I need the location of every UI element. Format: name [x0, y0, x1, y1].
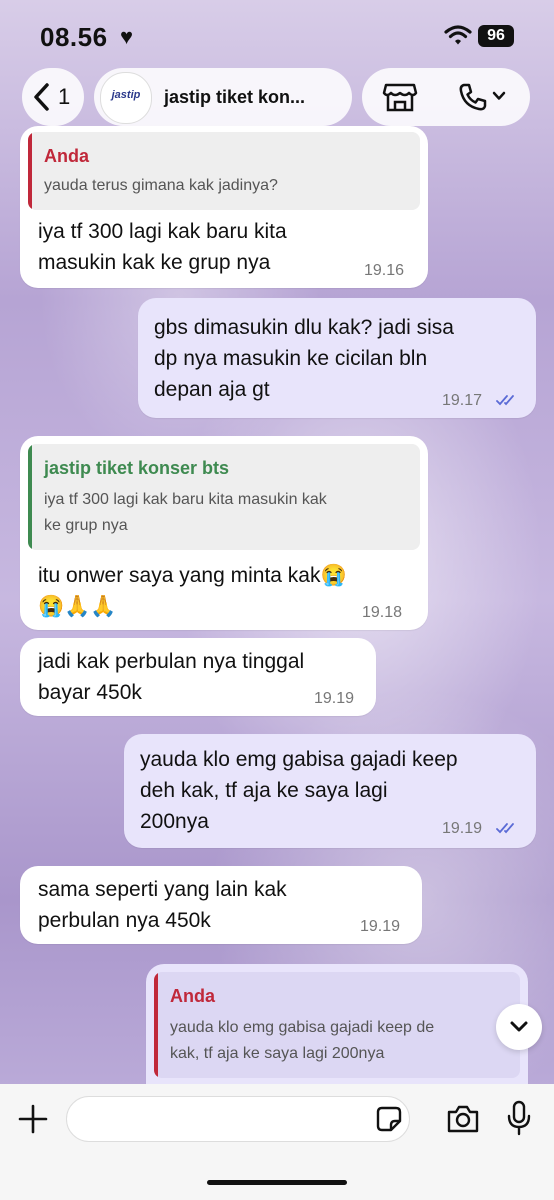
sticker-icon[interactable]: [376, 1106, 402, 1132]
chat-header: 1 jastip jastip tiket kon...: [0, 68, 554, 130]
status-bar: 08.56 ♥ 96: [0, 0, 554, 70]
message-bubble[interactable]: jadi kak perbulan nya tinggal bayar 450k…: [20, 638, 376, 716]
quote-text: yauda terus gimana kak jadinya?: [44, 177, 278, 194]
microphone-icon[interactable]: [506, 1100, 532, 1136]
avatar-logo-text: jastip: [111, 89, 141, 101]
message-bubble[interactable]: gbs dimasukin dlu kak? jadi sisa dp nya …: [138, 298, 536, 418]
quote-author: Anda: [170, 986, 215, 1006]
message-text: sama seperti yang lain kak: [38, 878, 287, 901]
message-time: 19.18: [362, 604, 403, 621]
quote-text: ke grup nya: [44, 517, 128, 534]
quote-text: kak, tf aja ke saya lagi 200nya: [170, 1045, 385, 1062]
message-text: gbs dimasukin dlu kak? jadi sisa: [154, 316, 454, 339]
message-bubble[interactable]: Anda yauda klo emg gabisa gajadi keep de…: [146, 964, 528, 1088]
unread-count: 1: [58, 84, 71, 109]
header-actions: [362, 68, 530, 126]
chat-title: jastip tiket kon...: [164, 87, 306, 107]
avatar[interactable]: jastip: [100, 72, 152, 124]
wifi-icon: [444, 25, 472, 45]
message-text: iya tf 300 lagi kak baru kita: [38, 220, 287, 243]
quote-text: yauda klo emg gabisa gajadi keep de: [170, 1019, 435, 1036]
message-text: 200nya: [140, 810, 209, 833]
quote-accent-bar: [28, 444, 32, 550]
message-text: yauda klo emg gabisa gajadi keep: [140, 748, 458, 771]
message-text: bayar 450k: [38, 681, 142, 704]
message-text: depan aja gt: [154, 378, 270, 401]
message-text: itu onwer saya yang minta kak😭: [38, 564, 347, 587]
message-text: 😭🙏🙏: [38, 595, 117, 618]
chat-info-button[interactable]: jastip jastip tiket kon...: [94, 68, 352, 126]
message-time: 19.19: [442, 820, 483, 837]
status-time: 08.56: [40, 22, 108, 52]
scroll-to-bottom-button[interactable]: [496, 1004, 542, 1050]
message-text: deh kak, tf aja ke saya lagi: [140, 779, 388, 802]
store-icon[interactable]: [382, 81, 418, 113]
chevron-down-icon: [510, 1021, 528, 1032]
quote-text: iya tf 300 lagi kak baru kita masukin ka…: [44, 491, 327, 508]
message-time: 19.17: [442, 392, 483, 409]
message-text: perbulan nya 450k: [38, 909, 211, 932]
message-time: 19.19: [360, 918, 401, 935]
message-bubble[interactable]: yauda klo emg gabisa gajadi keep deh kak…: [124, 734, 536, 848]
camera-icon[interactable]: [446, 1104, 480, 1134]
phone-icon[interactable]: [458, 82, 488, 112]
message-bubble[interactable]: sama seperti yang lain kak perbulan nya …: [20, 866, 422, 944]
quote-accent-bar: [28, 132, 32, 210]
quoted-message[interactable]: Anda yauda klo emg gabisa gajadi keep de…: [154, 972, 520, 1078]
chevron-left-icon: [34, 83, 49, 111]
read-receipt-icon: [496, 395, 514, 406]
message-bubble[interactable]: jastip tiket konser bts iya tf 300 lagi …: [20, 436, 428, 630]
message-text: masukin kak ke grup nya: [38, 251, 271, 274]
quote-author: Anda: [44, 146, 89, 166]
message-input[interactable]: [66, 1096, 410, 1142]
chevron-down-icon[interactable]: [492, 90, 506, 102]
quoted-message[interactable]: Anda yauda terus gimana kak jadinya?: [28, 132, 420, 210]
quoted-message[interactable]: jastip tiket konser bts iya tf 300 lagi …: [28, 444, 420, 550]
battery-icon: 96: [478, 25, 514, 47]
plus-icon[interactable]: [18, 1104, 48, 1134]
back-button[interactable]: 1: [22, 68, 84, 126]
message-text: jadi kak perbulan nya tinggal: [38, 650, 305, 673]
quote-accent-bar: [154, 972, 158, 1078]
home-indicator: [207, 1180, 347, 1185]
quote-author: jastip tiket konser bts: [44, 458, 230, 478]
message-time: 19.16: [364, 262, 405, 279]
message-time: 19.19: [314, 690, 355, 707]
composer-bar: [0, 1084, 554, 1200]
read-receipt-icon: [496, 823, 514, 834]
message-bubble[interactable]: Anda yauda terus gimana kak jadinya? iya…: [20, 126, 428, 288]
heart-icon: ♥: [120, 24, 134, 49]
message-text: dp nya masukin ke cicilan bln: [154, 347, 428, 370]
